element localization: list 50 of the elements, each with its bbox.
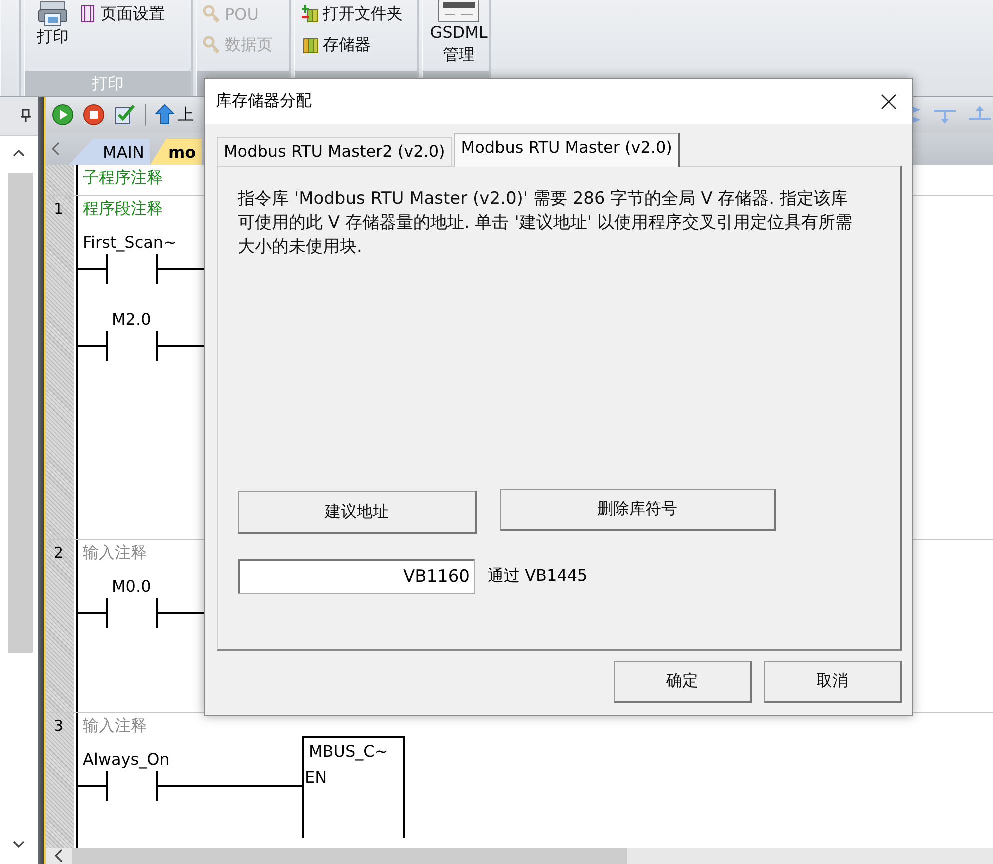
address-field[interactable]: VB1160: [238, 559, 475, 594]
page-icon: [79, 5, 97, 23]
scrollbar-thumb[interactable]: [8, 173, 33, 653]
subroutine-comment[interactable]: 子程序注释: [78, 165, 163, 192]
key-icon: [203, 36, 221, 54]
description-text: 指令库 'Modbus RTU Master (v2.0)' 需要 286 字节的全局 V 存储器. 指定该库可使用的此 V 存储器量的地址. 单击 '建议地址' 以使用程序交叉引用定位具有所需大小的未使用块.: [238, 188, 854, 259]
dialog-title: 库存储器分配: [216, 91, 312, 112]
contact-symbol[interactable]: [78, 769, 302, 803]
scroll-left-icon[interactable]: [51, 142, 61, 156]
ribbon-button[interactable]: GSDML 管理: [429, 0, 489, 71]
up-arrow-icon: [155, 104, 175, 126]
stop-icon[interactable]: [83, 104, 105, 126]
editor-tab[interactable]: mo: [150, 139, 202, 165]
pin-label: EN: [304, 767, 328, 787]
scroll-up-icon[interactable]: [13, 149, 25, 157]
contact-label: M2.0: [112, 310, 152, 329]
ribbon-button[interactable]: 打开文件夹: [301, 3, 403, 25]
upload-button[interactable]: 上: [155, 104, 194, 126]
ribbon-button[interactable]: 页面设置: [79, 3, 165, 25]
contact-label: Always_On: [83, 750, 170, 769]
dialog-button[interactable]: 确定: [614, 661, 752, 703]
ribbon-button[interactable]: 存储器: [301, 34, 403, 56]
block-title: MBUS_C~: [308, 741, 390, 761]
editor-tab[interactable]: MAIN: [69, 139, 150, 165]
dialog-tab[interactable]: Modbus RTU Master2 (v2.0): [217, 137, 452, 166]
ribbon-button[interactable]: 打印: [37, 0, 69, 71]
scroll-down-icon[interactable]: [13, 841, 25, 849]
network-number: 2: [54, 544, 64, 562]
action-button[interactable]: 删除库符号: [500, 489, 776, 531]
books-icon: [301, 36, 319, 54]
book-plus-icon: [301, 5, 319, 23]
range-label: 通过 VB1445: [488, 566, 588, 587]
document-icon: [437, 0, 481, 22]
action-button[interactable]: 建议地址: [238, 491, 477, 534]
close-icon[interactable]: [881, 94, 897, 110]
scrollbar-thumb[interactable]: [72, 848, 627, 864]
key-icon: [203, 5, 221, 23]
checklist-icon[interactable]: [114, 104, 136, 126]
function-block[interactable]: MBUS_C~ EN: [302, 736, 405, 838]
pin-icon[interactable]: [20, 109, 32, 123]
network-number: 3: [54, 717, 64, 735]
group-label: 打印: [25, 71, 191, 96]
dialog-tab[interactable]: Modbus RTU Master (v2.0): [454, 133, 680, 167]
network-number: 1: [54, 200, 64, 218]
run-icon[interactable]: [52, 104, 74, 126]
contact-label: First_Scan~: [83, 233, 177, 252]
network-comment[interactable]: 程序段注释: [78, 196, 163, 223]
dialog-button[interactable]: 取消: [764, 661, 902, 703]
contact-label: M0.0: [112, 577, 152, 596]
scroll-left-icon[interactable]: [54, 849, 64, 863]
